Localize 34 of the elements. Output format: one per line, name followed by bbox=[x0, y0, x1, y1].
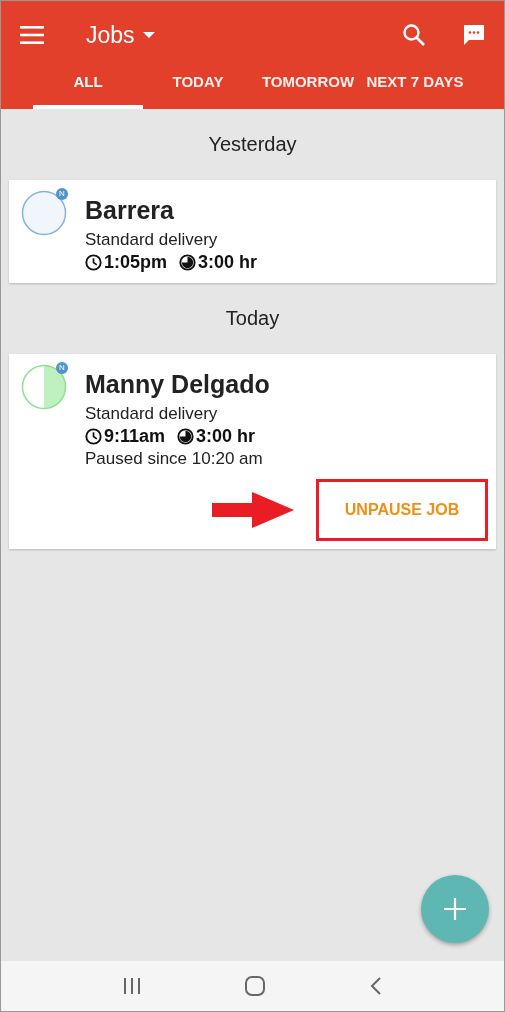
tab[interactable]: NEXT 7 DAYS bbox=[363, 69, 467, 109]
delivery-type: Standard delivery bbox=[85, 230, 219, 250]
job-duration: 3:00 hr bbox=[196, 426, 256, 447]
duration-icon bbox=[177, 428, 195, 445]
section-heading: Yesterday bbox=[207, 132, 298, 157]
new-badge: N bbox=[56, 188, 68, 200]
unpause-job-button[interactable]: UNPAUSE JOB bbox=[316, 479, 488, 541]
section-heading: Today bbox=[224, 306, 281, 331]
delivery-type: Standard delivery bbox=[85, 404, 219, 424]
job-card[interactable]: N Barrera Standard delivery 1:05pm 3:00 hr bbox=[9, 180, 496, 283]
clock-icon bbox=[85, 254, 102, 271]
chat-icon[interactable] bbox=[462, 23, 486, 47]
duration-icon bbox=[179, 254, 197, 271]
back-icon[interactable] bbox=[368, 976, 383, 996]
tab[interactable]: TOMORROW bbox=[253, 69, 363, 109]
job-time: 9:11am bbox=[104, 426, 166, 447]
tab[interactable]: ALL bbox=[33, 69, 143, 109]
arrow-icon bbox=[212, 492, 294, 528]
search-icon[interactable] bbox=[402, 23, 426, 47]
clock-icon bbox=[85, 428, 102, 445]
plus-icon bbox=[443, 897, 467, 921]
job-duration: 3:00 hr bbox=[198, 252, 258, 273]
pause-status: Paused since 10:20 am bbox=[85, 449, 264, 469]
job-name: Barrera bbox=[85, 196, 175, 225]
tab[interactable]: TODAY bbox=[143, 69, 253, 109]
recent-apps-icon[interactable] bbox=[122, 977, 143, 995]
home-icon[interactable] bbox=[244, 975, 267, 997]
job-time: 1:05pm bbox=[104, 252, 168, 273]
caret-icon[interactable] bbox=[142, 32, 155, 38]
menu-icon[interactable] bbox=[20, 26, 44, 44]
new-badge: N bbox=[56, 362, 68, 374]
job-name: Manny Delgado bbox=[85, 370, 271, 399]
app-title[interactable]: Jobs bbox=[86, 21, 135, 49]
job-card[interactable]: N Manny Delgado Standard delivery 9:11am 3:00 hr Paused since 10:20 am UNPAUSE JOB bbox=[9, 354, 496, 549]
